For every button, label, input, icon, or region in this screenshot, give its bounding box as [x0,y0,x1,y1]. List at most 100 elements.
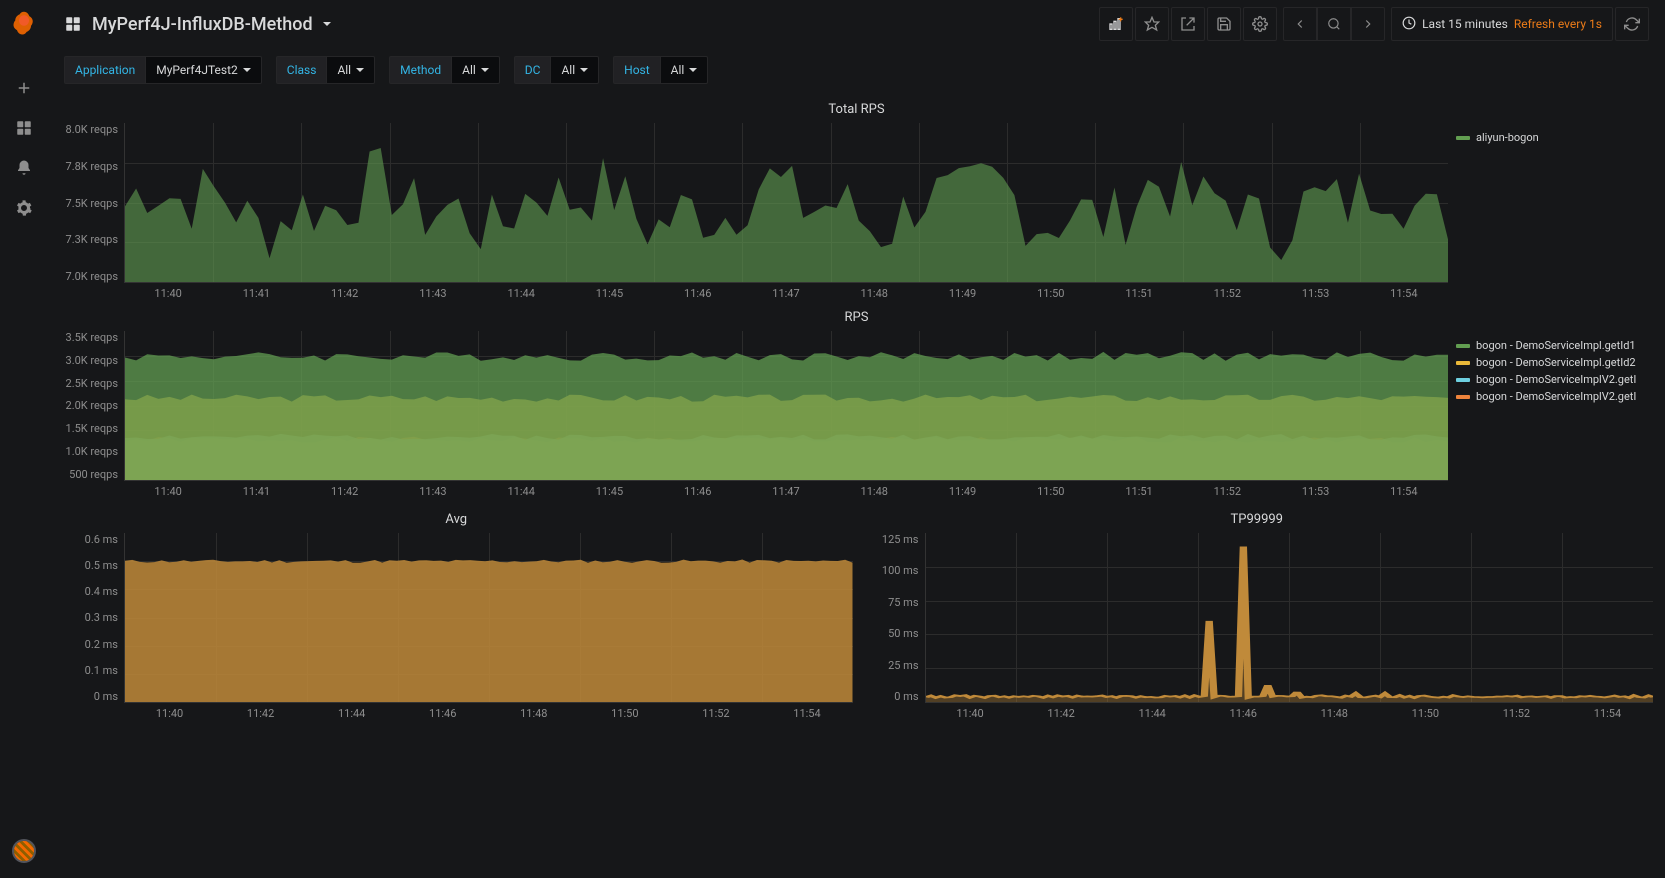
x-tick: 11:51 [1095,485,1183,498]
panel-title[interactable]: TP99999 [861,506,1654,533]
x-tick: 11:42 [215,707,306,720]
legend-swatch [1456,344,1470,348]
legend-label: bogon - DemoServiceImpl.getId2 [1476,356,1636,369]
x-tick: 11:54 [1360,485,1448,498]
time-forward-button[interactable] [1351,7,1385,41]
x-tick: 11:54 [761,707,852,720]
x-tick: 11:44 [306,707,397,720]
chevron-down-icon [481,68,489,72]
var-value-method[interactable]: All [451,56,500,84]
refresh-button[interactable] [1615,7,1649,41]
sidebar-dashboards[interactable] [0,108,48,148]
time-back-button[interactable] [1283,7,1317,41]
dashboard-title[interactable]: MyPerf4J-InfluxDB-Method [64,14,331,35]
settings-button[interactable] [1243,7,1277,41]
var-value-application[interactable]: MyPerf4JTest2 [145,56,262,84]
y-tick: 3.0K reqps [60,354,118,367]
star-button[interactable] [1135,7,1169,41]
x-tick: 11:41 [212,287,300,300]
panel-title[interactable]: Total RPS [60,96,1653,123]
x-tick: 11:53 [1271,287,1359,300]
x-tick: 11:40 [925,707,1016,720]
y-tick: 75 ms [861,596,919,609]
panel-tp: TP99999 125 ms100 ms75 ms50 ms25 ms0 ms … [861,506,1654,720]
grafana-logo[interactable] [10,10,38,38]
time-range-picker[interactable]: Last 15 minutes Refresh every 1s [1391,7,1613,41]
grid-icon [64,15,82,33]
time-range-label: Last 15 minutes [1422,17,1508,31]
y-tick: 50 ms [861,627,919,640]
y-tick: 125 ms [861,533,919,546]
x-tick: 11:49 [918,485,1006,498]
y-tick: 0.6 ms [60,533,118,546]
panel-title[interactable]: Avg [60,506,853,533]
y-tick: 7.8K reqps [60,160,118,173]
panel-total-rps: Total RPS 8.0K reqps7.8K reqps7.5K reqps… [60,96,1653,300]
legend-label: aliyun-bogon [1476,131,1539,144]
panel-avg: Avg 0.6 ms0.5 ms0.4 ms0.3 ms0.2 ms0.1 ms… [60,506,853,720]
y-tick: 2.5K reqps [60,377,118,390]
x-tick: 11:53 [1271,485,1359,498]
legend-swatch [1456,361,1470,365]
legend-item[interactable]: bogon - DemoServiceImpl.getId1 [1456,337,1645,354]
x-tick: 11:51 [1095,287,1183,300]
y-tick: 0 ms [861,690,919,703]
save-button[interactable] [1207,7,1241,41]
y-tick: 0.2 ms [60,638,118,651]
x-tick: 11:50 [579,707,670,720]
x-tick: 11:50 [1007,485,1095,498]
dashboard-title-text: MyPerf4J-InfluxDB-Method [92,14,313,35]
y-tick: 8.0K reqps [60,123,118,136]
x-tick: 11:46 [654,287,742,300]
refresh-label: Refresh every 1s [1514,17,1602,31]
share-button[interactable] [1171,7,1205,41]
x-tick: 11:52 [1183,485,1271,498]
legend-item[interactable]: bogon - DemoServiceImplV2.getI [1456,388,1645,405]
legend-label: bogon - DemoServiceImplV2.getI [1476,373,1636,386]
chevron-down-icon [356,68,364,72]
y-tick: 100 ms [861,564,919,577]
sidebar-add[interactable] [0,68,48,108]
chevron-down-icon [689,68,697,72]
y-tick: 1.5K reqps [60,422,118,435]
zoom-out-button[interactable] [1317,7,1351,41]
x-tick: 11:52 [1183,287,1271,300]
sidebar-alerting[interactable] [0,148,48,188]
x-tick: 11:40 [124,287,212,300]
legend-label: bogon - DemoServiceImplV2.getI [1476,390,1636,403]
chevron-down-icon [243,68,251,72]
legend-swatch [1456,395,1470,399]
sidebar-config[interactable] [0,188,48,228]
x-tick: 11:46 [397,707,488,720]
legend-label: bogon - DemoServiceImpl.getId1 [1476,339,1636,352]
legend-item[interactable]: bogon - DemoServiceImplV2.getI [1456,371,1645,388]
add-panel-button[interactable] [1099,7,1133,41]
y-tick: 0.3 ms [60,611,118,624]
user-avatar[interactable] [12,839,36,863]
y-tick: 0.1 ms [60,664,118,677]
var-value-dc[interactable]: All [550,56,599,84]
var-label-host: Host [613,56,660,84]
x-tick: 11:54 [1360,287,1448,300]
legend-item[interactable]: bogon - DemoServiceImpl.getId2 [1456,354,1645,371]
x-tick: 11:44 [477,485,565,498]
x-tick: 11:47 [742,485,830,498]
x-tick: 11:45 [565,485,653,498]
x-tick: 11:45 [565,287,653,300]
legend-swatch [1456,378,1470,382]
x-tick: 11:52 [670,707,761,720]
y-tick: 1.0K reqps [60,445,118,458]
panel-title[interactable]: RPS [60,304,1653,331]
x-tick: 11:49 [918,287,1006,300]
legend-swatch [1456,136,1470,140]
var-label-class: Class [276,56,327,84]
var-value-host[interactable]: All [660,56,709,84]
var-label-dc: DC [514,56,551,84]
var-value-class[interactable]: All [326,56,375,84]
x-tick: 11:40 [124,485,212,498]
legend-item[interactable]: aliyun-bogon [1456,129,1645,146]
y-tick: 0.5 ms [60,559,118,572]
y-tick: 2.0K reqps [60,399,118,412]
y-tick: 0 ms [60,690,118,703]
x-tick: 11:50 [1380,707,1471,720]
